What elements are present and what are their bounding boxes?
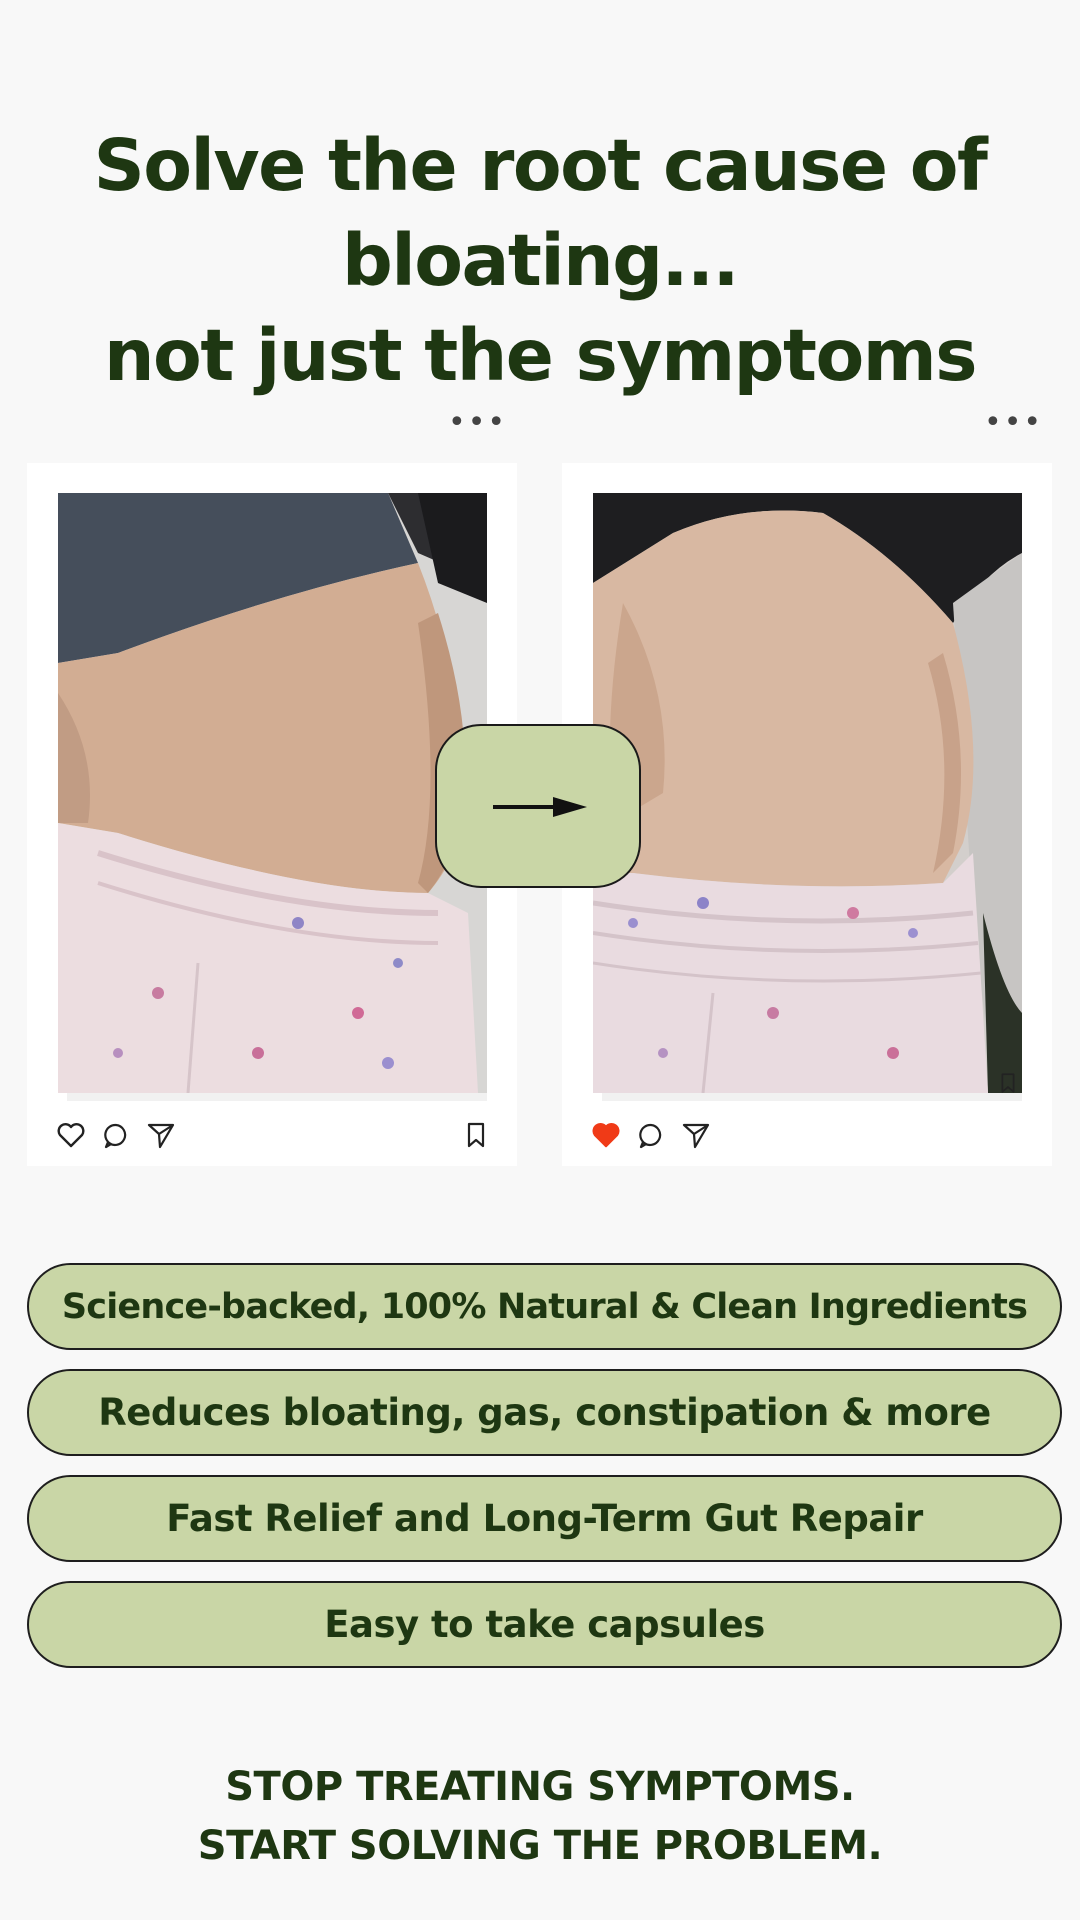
after-flat-belly-photo (593, 493, 1022, 1093)
comment-icon[interactable] (101, 1120, 131, 1150)
send-icon[interactable] (146, 1120, 176, 1150)
before-post-more-icon[interactable]: ••• (448, 408, 505, 438)
send-icon[interactable] (681, 1120, 711, 1150)
headline-line-3: not just the symptoms (104, 314, 977, 397)
benefit-pill-fast-relief: Fast Relief and Long-Term Gut Repair (27, 1475, 1062, 1562)
after-post-more-icon[interactable]: ••• (984, 408, 1041, 438)
cta-line-2: START SOLVING THE PROBLEM. (197, 1823, 883, 1869)
bookmark-icon[interactable] (461, 1120, 491, 1150)
before-photo-shadow (67, 1093, 487, 1101)
benefit-pill-natural: Science-backed, 100% Natural & Clean Ing… (27, 1263, 1062, 1350)
headline-line-1: Solve the root cause of (93, 124, 988, 207)
heart-outline-icon[interactable] (56, 1120, 86, 1150)
benefit-pill-reduces-bloating: Reduces bloating, gas, constipation & mo… (27, 1369, 1062, 1456)
heart-filled-icon[interactable] (591, 1120, 621, 1150)
before-after-arrow-button[interactable] (435, 724, 641, 888)
before-bloated-belly-photo (58, 493, 487, 1093)
comment-icon[interactable] (636, 1120, 666, 1150)
arrow-right-icon (493, 797, 587, 817)
headline-line-2: bloating... (342, 219, 739, 302)
benefit-pill-easy-capsules: Easy to take capsules (27, 1581, 1062, 1668)
cta-line-1: STOP TREATING SYMPTOMS. (225, 1764, 855, 1810)
page-headline: Solve the root cause of bloating... not … (0, 118, 1080, 403)
after-photo-shadow (602, 1093, 1022, 1101)
closing-cta: STOP TREATING SYMPTOMS. START SOLVING TH… (0, 1758, 1080, 1876)
bookmark-icon[interactable] (996, 1071, 1020, 1095)
